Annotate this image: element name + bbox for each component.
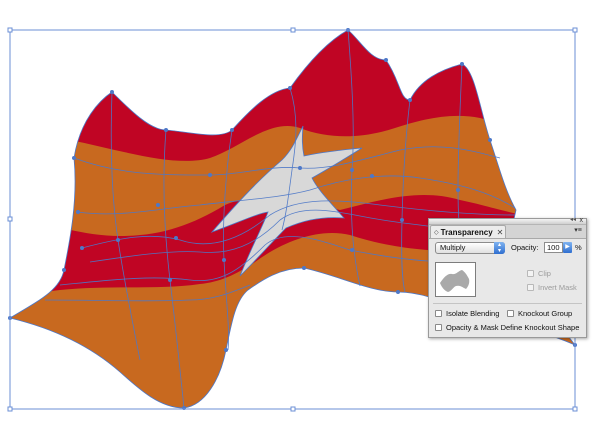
invert-mask-option[interactable]: Invert Mask [527,283,577,292]
knockout-group-option[interactable]: Knockout Group [507,309,572,318]
handle-top-left[interactable] [7,27,13,33]
clip-checkbox[interactable] [527,270,534,277]
artwork-canvas[interactable] [0,0,600,426]
thumbnail-preview-icon [440,270,470,292]
opacity-mask-knockout-label: Opacity & Mask Define Knockout Shape [446,323,580,332]
blend-opacity-row: Multiply ▴ ▾ Opacity: 100 ▶ % [435,242,582,256]
tab-label: Transparency [440,227,493,237]
panel-divider [433,303,582,304]
clip-label: Clip [538,269,551,278]
clip-option[interactable]: Clip [527,269,551,278]
invert-mask-label: Invert Mask [538,283,577,292]
knockout-group-label: Knockout Group [518,309,573,318]
invert-mask-checkbox[interactable] [527,284,534,291]
opacity-input[interactable]: 100 [544,242,563,253]
isolate-blending-label: Isolate Blending [446,309,500,318]
panel-menu-icon[interactable]: ▾≡ [572,226,584,236]
object-thumbnail[interactable] [435,262,476,297]
tab-transparency[interactable]: ◇ Transparency ✕ [430,225,506,238]
close-panel-icon[interactable]: x [580,216,584,225]
knockout-group-checkbox[interactable] [507,310,514,317]
handle-bottom-middle[interactable] [290,406,296,412]
opacity-value: 100 [547,243,560,252]
handle-bottom-right[interactable] [572,406,578,412]
tab-expand-icon[interactable]: ◇ [434,229,439,236]
opacity-unit: % [575,243,582,252]
handle-top-right[interactable] [572,27,578,33]
isolate-blending-option[interactable]: Isolate Blending [435,309,499,318]
close-tab-icon[interactable]: ✕ [497,228,504,237]
isolate-blending-checkbox[interactable] [435,310,442,317]
handle-bottom-left[interactable] [7,406,13,412]
panel-tab-bar: ◇ Transparency ✕ ▾≡ [429,225,586,239]
opacity-slider-arrow-icon[interactable]: ▶ [563,242,572,253]
collapse-icon[interactable]: ◂◂ [570,216,576,225]
opacity-mask-knockout-checkbox[interactable] [435,324,442,331]
handle-middle-left[interactable] [7,216,13,222]
handle-top-middle[interactable] [290,27,296,33]
transparency-panel[interactable]: ◂◂ x ◇ Transparency ✕ ▾≡ Multiply ▴ ▾ Opa… [428,216,587,338]
opacity-mask-knockout-option[interactable]: Opacity & Mask Define Knockout Shape [435,323,579,332]
blend-mode-select[interactable]: Multiply ▴ ▾ [435,242,505,254]
dropdown-arrows-icon[interactable]: ▴ ▾ [494,242,505,254]
blend-mode-value: Multiply [440,243,466,252]
opacity-label: Opacity: [511,243,539,252]
